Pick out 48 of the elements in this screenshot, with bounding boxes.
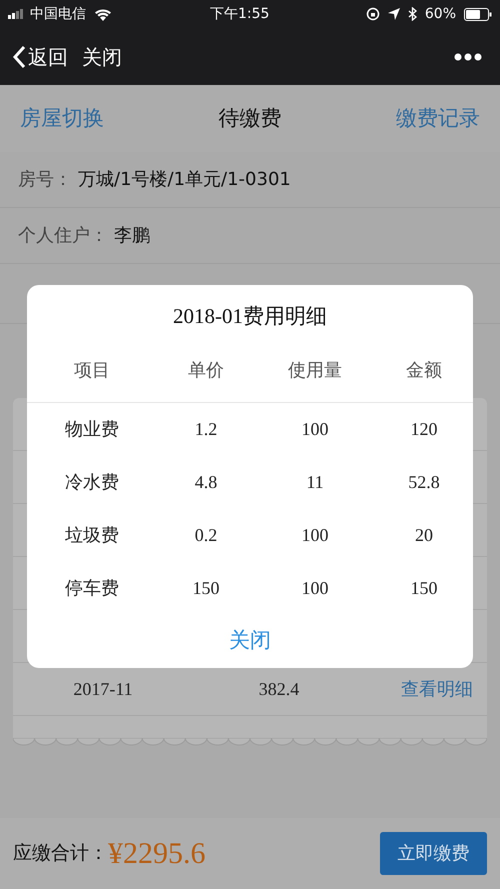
back-button[interactable]: 返回 [12,42,68,72]
more-icon[interactable] [454,52,482,60]
table-cell-text: 0.2 [194,524,218,546]
column-header: 使用量 [288,358,342,382]
signal-icon [8,9,26,19]
table-cell-text: 垃圾费 [65,524,119,546]
total-label: 应缴合计： [13,841,108,866]
bill-amount: 382.4 [258,678,300,700]
info-value: 李鹏 [114,224,150,248]
total-amount: ¥2295.6 [108,836,206,872]
rotation-lock-icon [366,7,380,21]
pay-now-button[interactable]: 立即缴费 [380,832,487,875]
column-header: 金额 [406,358,442,382]
switch-house-link[interactable]: 房屋切换 [20,102,104,134]
table-cell-text: 150 [192,576,220,600]
bill-month: 2017-11 [72,678,134,700]
close-link[interactable]: 关闭 [82,42,122,72]
carrier-text: 中国电信 [30,4,86,24]
bluetooth-icon [408,7,417,21]
table-cell-text: 20 [415,524,433,546]
time-text: 下午1:55 [210,4,270,24]
table-cell-text: 52.8 [408,470,440,494]
table-cell-text: 停车费 [65,576,119,600]
table-cell-text: 100 [302,576,328,600]
table-cell-text: 1.2 [194,418,218,440]
info-value: 万城/1号楼/1单元/1-0301 [78,168,291,192]
table-cell-text: 冷水费 [65,470,119,494]
battery-icon [464,8,492,20]
info-label: 个人住户： [18,224,108,248]
back-chevron-icon [12,44,26,68]
info-label: 房号： [18,168,72,192]
location-icon [388,8,400,20]
column-header: 项目 [74,358,110,382]
table-cell-text: 11 [306,470,324,494]
column-header: 单价 [188,358,224,382]
dialog-close-button[interactable]: 关闭 [229,624,271,656]
table-cell-text: 4.8 [194,470,218,494]
dialog-title: 2018-01费用明细 [172,303,328,330]
table-cell-text: 120 [410,418,438,440]
wifi-icon [94,8,112,20]
battery-text: 60% [424,4,456,24]
table-cell-text: 物业费 [65,418,119,440]
page-title: 待缴费 [218,104,282,132]
view-details-link[interactable]: 查看明细 [401,676,473,702]
table-cell-text: 150 [410,576,438,600]
table-cell-text: 100 [302,524,328,546]
payment-records-link[interactable]: 缴费记录 [396,102,480,134]
table-cell-text: 100 [302,418,328,440]
